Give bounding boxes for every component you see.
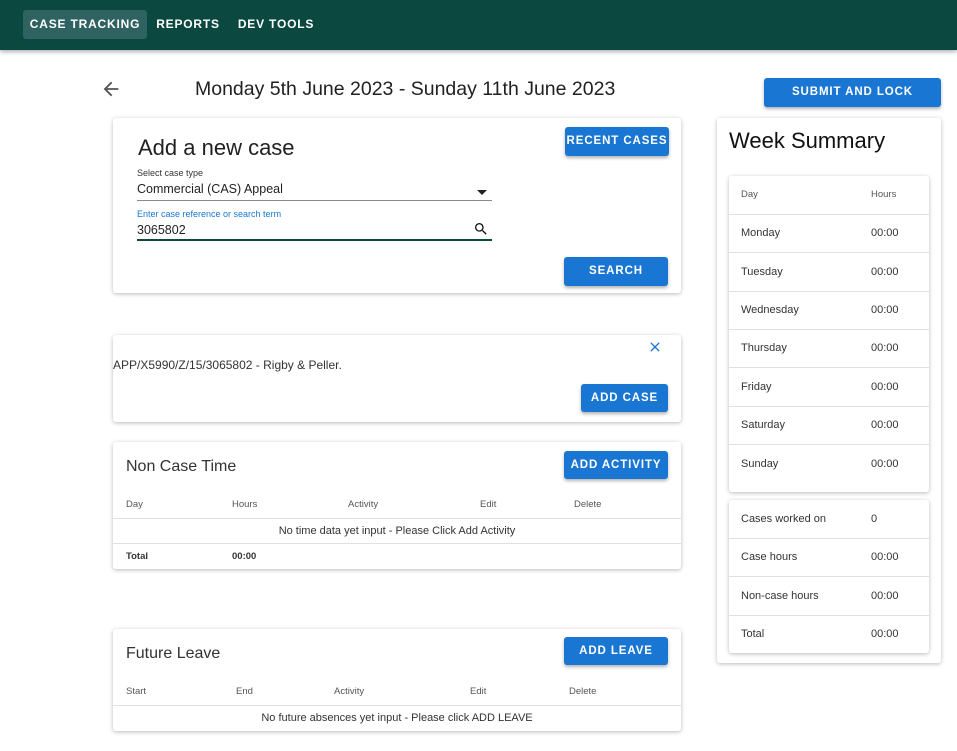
tab-case-tracking[interactable]: CASE TRACKING [23,10,147,39]
day-sunday: Sunday [741,458,779,470]
day-friday: Friday [741,381,772,393]
back-arrow-icon[interactable] [100,78,122,100]
table-divider [729,615,929,616]
hours-monday: 00:00 [871,227,899,239]
future-leave-card: Future Leave ADD LEAVE Start End Activit… [113,629,681,731]
case-hours-value: 00:00 [871,551,899,563]
case-hours-label: Case hours [741,551,798,563]
day-tuesday: Tuesday [741,266,783,278]
column-header-day: Day [741,189,758,200]
empty-table-message: No time data yet input - Please Click Ad… [278,525,516,537]
non-case-title: Non Case Time [126,458,237,475]
table-divider [113,543,681,544]
result-case-text[interactable]: APP/X5990/Z/15/3065802 - Rigby & Peller. [113,358,342,372]
table-divider [729,576,929,577]
day-thursday: Thursday [741,342,787,354]
column-header-activity: Activity [334,686,365,697]
case-type-underline [137,200,492,201]
search-button[interactable]: SEARCH [564,257,668,286]
total-label: Total [126,551,148,562]
week-summary-title: Week Summary [729,128,886,153]
search-label: Enter case reference or search term [137,209,282,219]
top-navbar: CASE TRACKING REPORTS DEV TOOLS [0,0,957,50]
submit-and-lock-button[interactable]: SUBMIT AND LOCK [764,78,941,107]
table-divider [729,367,929,368]
recent-cases-button[interactable]: RECENT CASES [565,127,669,156]
cases-worked-label: Cases worked on [741,513,826,525]
hours-saturday: 00:00 [871,419,899,431]
column-header-hours: Hours [232,499,258,510]
column-header-edit: Edit [470,686,487,697]
table-divider [729,291,929,292]
total-hours-value: 00:00 [871,628,899,640]
non-case-time-card: Non Case Time ADD ACTIVITY Day Hours Act… [113,442,681,569]
search-input[interactable]: 3065802 [137,223,186,237]
column-header-day: Day [126,499,143,510]
add-case-card: Add a new case RECENT CASES Select case … [113,118,681,293]
week-range-title: Monday 5th June 2023 - Sunday 11th June … [195,78,616,100]
search-result-card: APP/X5990/Z/15/3065802 - Rigby & Peller.… [113,335,681,422]
table-divider [729,406,929,407]
table-divider [729,214,929,215]
hours-tuesday: 00:00 [871,266,899,278]
hours-thursday: 00:00 [871,342,899,354]
hours-friday: 00:00 [871,381,899,393]
table-divider [113,705,681,706]
non-case-hours-value: 00:00 [871,590,899,602]
total-value: 00:00 [232,551,257,562]
case-type-label: Select case type [137,168,204,178]
day-monday: Monday [741,227,781,239]
day-saturday: Saturday [741,419,786,431]
totals-table: Cases worked on 0 Case hours 00:00 Non-c… [729,500,929,653]
total-hours-label: Total [741,628,765,640]
table-divider [113,518,681,519]
day-wednesday: Wednesday [741,304,799,316]
add-case-button[interactable]: ADD CASE [581,384,668,412]
non-case-hours-label: Non-case hours [741,590,819,602]
column-header-activity: Activity [348,499,379,510]
close-icon[interactable] [647,339,663,360]
column-header-delete: Delete [569,686,597,697]
column-header-delete: Delete [574,499,602,510]
add-case-title: Add a new case [138,135,295,160]
hours-sunday: 00:00 [871,458,899,470]
column-header-hours: Hours [871,189,897,200]
table-divider [729,444,929,445]
cases-worked-value: 0 [871,513,878,525]
table-divider [729,329,929,330]
column-header-start: Start [126,686,147,697]
tab-reports[interactable]: REPORTS [153,10,223,39]
week-summary-card: Week Summary Day Hours Monday 00:00 Tues… [717,118,941,663]
case-type-value: Commercial (CAS) Appeal [137,182,283,196]
add-activity-button[interactable]: ADD ACTIVITY [564,451,668,479]
daily-hours-table: Day Hours Monday 00:00 Tuesday 00:00 Wed… [729,176,929,492]
search-underline [137,239,492,241]
hours-wednesday: 00:00 [871,304,899,316]
table-divider [729,252,929,253]
tab-dev-tools[interactable]: DEV TOOLS [234,10,318,39]
table-divider [729,538,929,539]
column-header-edit: Edit [480,499,497,510]
column-header-end: End [236,686,253,697]
empty-table-message: No future absences yet input - Please cl… [261,712,533,724]
add-leave-button[interactable]: ADD LEAVE [564,637,668,665]
future-leave-title: Future Leave [126,645,221,662]
